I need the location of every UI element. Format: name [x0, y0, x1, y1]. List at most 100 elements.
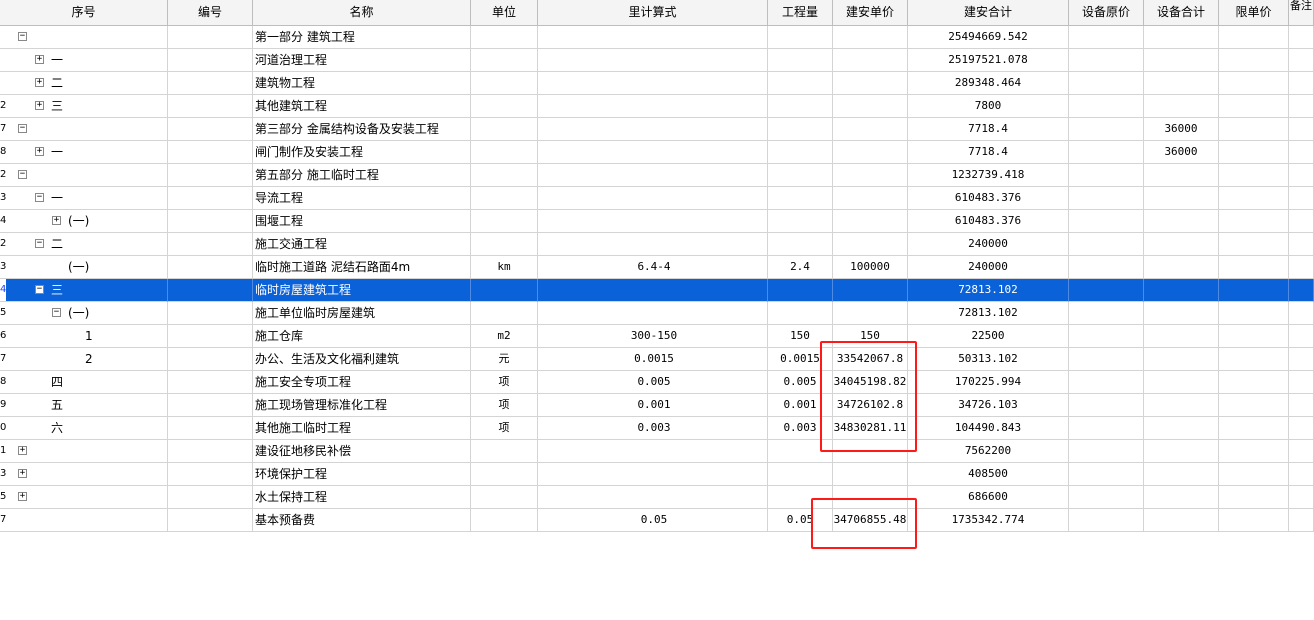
cell-price[interactable]	[833, 118, 908, 141]
cell-code[interactable]	[168, 509, 253, 532]
expand-icon[interactable]: +	[18, 446, 27, 455]
cell-name[interactable]: 闸门制作及安装工程	[253, 141, 471, 164]
expand-icon[interactable]: +	[18, 492, 27, 501]
cell-equip_total[interactable]	[1144, 325, 1219, 348]
cell-total[interactable]: 1735342.774	[908, 509, 1069, 532]
cell-equip_price[interactable]	[1069, 233, 1144, 256]
cell-qty[interactable]	[768, 187, 833, 210]
cell-name[interactable]: 导流工程	[253, 187, 471, 210]
cell-formula[interactable]	[538, 302, 768, 325]
cell-seq[interactable]: 9五	[0, 394, 168, 417]
cell-equip_price[interactable]	[1069, 49, 1144, 72]
cell-seq[interactable]: 8四	[0, 371, 168, 394]
cell-qty[interactable]	[768, 141, 833, 164]
cell-price[interactable]	[833, 210, 908, 233]
cell-unit[interactable]: km	[471, 256, 538, 279]
cell-code[interactable]	[168, 302, 253, 325]
cell-total[interactable]: 240000	[908, 256, 1069, 279]
cell-code[interactable]	[168, 325, 253, 348]
cell-remark[interactable]	[1289, 72, 1314, 95]
table-row[interactable]: 6 1 施工仓库 m2 300-150 150 150 22500	[0, 325, 1314, 348]
cell-limit[interactable]	[1219, 256, 1289, 279]
cell-equip_total[interactable]	[1144, 95, 1219, 118]
table-row[interactable]: 3 − 一 导流工程 610483.376	[0, 187, 1314, 210]
cell-code[interactable]	[168, 49, 253, 72]
cell-equip_total[interactable]	[1144, 256, 1219, 279]
cell-remark[interactable]	[1289, 463, 1314, 486]
cell-unit[interactable]	[471, 440, 538, 463]
cell-remark[interactable]	[1289, 417, 1314, 440]
cell-limit[interactable]	[1219, 233, 1289, 256]
cell-unit[interactable]	[471, 141, 538, 164]
cell-code[interactable]	[168, 394, 253, 417]
cell-seq[interactable]: 5 − (一)	[0, 302, 168, 325]
cell-formula[interactable]: 0.0015	[538, 348, 768, 371]
cell-equip_total[interactable]	[1144, 371, 1219, 394]
cell-name[interactable]: 施工现场管理标准化工程	[253, 394, 471, 417]
cell-equip_total[interactable]	[1144, 348, 1219, 371]
table-row[interactable]: 2 + 三 其他建筑工程 7800	[0, 95, 1314, 118]
cell-name[interactable]: 其他建筑工程	[253, 95, 471, 118]
cell-remark[interactable]	[1289, 187, 1314, 210]
cell-name[interactable]: 第三部分 金属结构设备及安装工程	[253, 118, 471, 141]
cell-name[interactable]: 办公、生活及文化福利建筑	[253, 348, 471, 371]
cell-remark[interactable]	[1289, 394, 1314, 417]
table-row[interactable]: 8 四施工安全专项工程项 0.005 0.005 34045198.82 170225.9…	[0, 371, 1314, 394]
cell-unit[interactable]	[471, 49, 538, 72]
cell-name[interactable]: 施工仓库	[253, 325, 471, 348]
cell-code[interactable]	[168, 233, 253, 256]
cell-total[interactable]: 408500	[908, 463, 1069, 486]
cell-limit[interactable]	[1219, 486, 1289, 509]
cell-limit[interactable]	[1219, 279, 1289, 302]
cell-formula[interactable]: 0.05	[538, 509, 768, 532]
expand-icon[interactable]: +	[52, 216, 61, 225]
cell-price[interactable]	[833, 187, 908, 210]
cell-unit[interactable]	[471, 302, 538, 325]
cell-total[interactable]: 240000	[908, 233, 1069, 256]
cell-unit[interactable]: 元	[471, 348, 538, 371]
cell-formula[interactable]	[538, 463, 768, 486]
cell-limit[interactable]	[1219, 325, 1289, 348]
cell-seq[interactable]: 8 + 一	[0, 141, 168, 164]
cell-formula[interactable]	[538, 440, 768, 463]
cell-total[interactable]: 50313.102	[908, 348, 1069, 371]
cell-qty[interactable]	[768, 279, 833, 302]
table-row[interactable]: 4 − 三 临时房屋建筑工程 72813.102	[0, 279, 1314, 302]
cell-equip_price[interactable]	[1069, 256, 1144, 279]
cell-unit[interactable]	[471, 463, 538, 486]
cell-qty[interactable]	[768, 49, 833, 72]
cell-equip_price[interactable]	[1069, 302, 1144, 325]
cell-formula[interactable]	[538, 164, 768, 187]
cell-remark[interactable]	[1289, 26, 1314, 49]
cell-limit[interactable]	[1219, 440, 1289, 463]
cell-equip_price[interactable]	[1069, 279, 1144, 302]
column-header-quantity[interactable]: 工程量	[768, 0, 833, 26]
cell-total[interactable]: 104490.843	[908, 417, 1069, 440]
cell-equip_total[interactable]	[1144, 417, 1219, 440]
cell-seq[interactable]: 2 − 二	[0, 233, 168, 256]
cell-code[interactable]	[168, 417, 253, 440]
cell-name[interactable]: 第一部分 建筑工程	[253, 26, 471, 49]
table-row[interactable]: + 二建筑物工程 289348.464	[0, 72, 1314, 95]
cell-seq[interactable]: 0六	[0, 417, 168, 440]
cell-code[interactable]	[168, 440, 253, 463]
cell-unit[interactable]	[471, 233, 538, 256]
cell-equip_total[interactable]	[1144, 233, 1219, 256]
cell-total[interactable]: 610483.376	[908, 187, 1069, 210]
cell-price[interactable]	[833, 279, 908, 302]
cell-limit[interactable]	[1219, 302, 1289, 325]
table-row[interactable]: 1 + 建设征地移民补偿 7562200	[0, 440, 1314, 463]
cell-remark[interactable]	[1289, 141, 1314, 164]
cell-code[interactable]	[168, 26, 253, 49]
cell-price[interactable]	[833, 141, 908, 164]
cell-code[interactable]	[168, 118, 253, 141]
cell-name[interactable]: 河道治理工程	[253, 49, 471, 72]
cell-formula[interactable]	[538, 141, 768, 164]
cell-unit[interactable]	[471, 486, 538, 509]
cell-seq[interactable]: 72	[0, 348, 168, 371]
cell-price[interactable]	[833, 26, 908, 49]
cell-price[interactable]	[833, 164, 908, 187]
cell-seq[interactable]: 7−	[0, 118, 168, 141]
cell-equip_price[interactable]	[1069, 440, 1144, 463]
cell-qty[interactable]	[768, 210, 833, 233]
